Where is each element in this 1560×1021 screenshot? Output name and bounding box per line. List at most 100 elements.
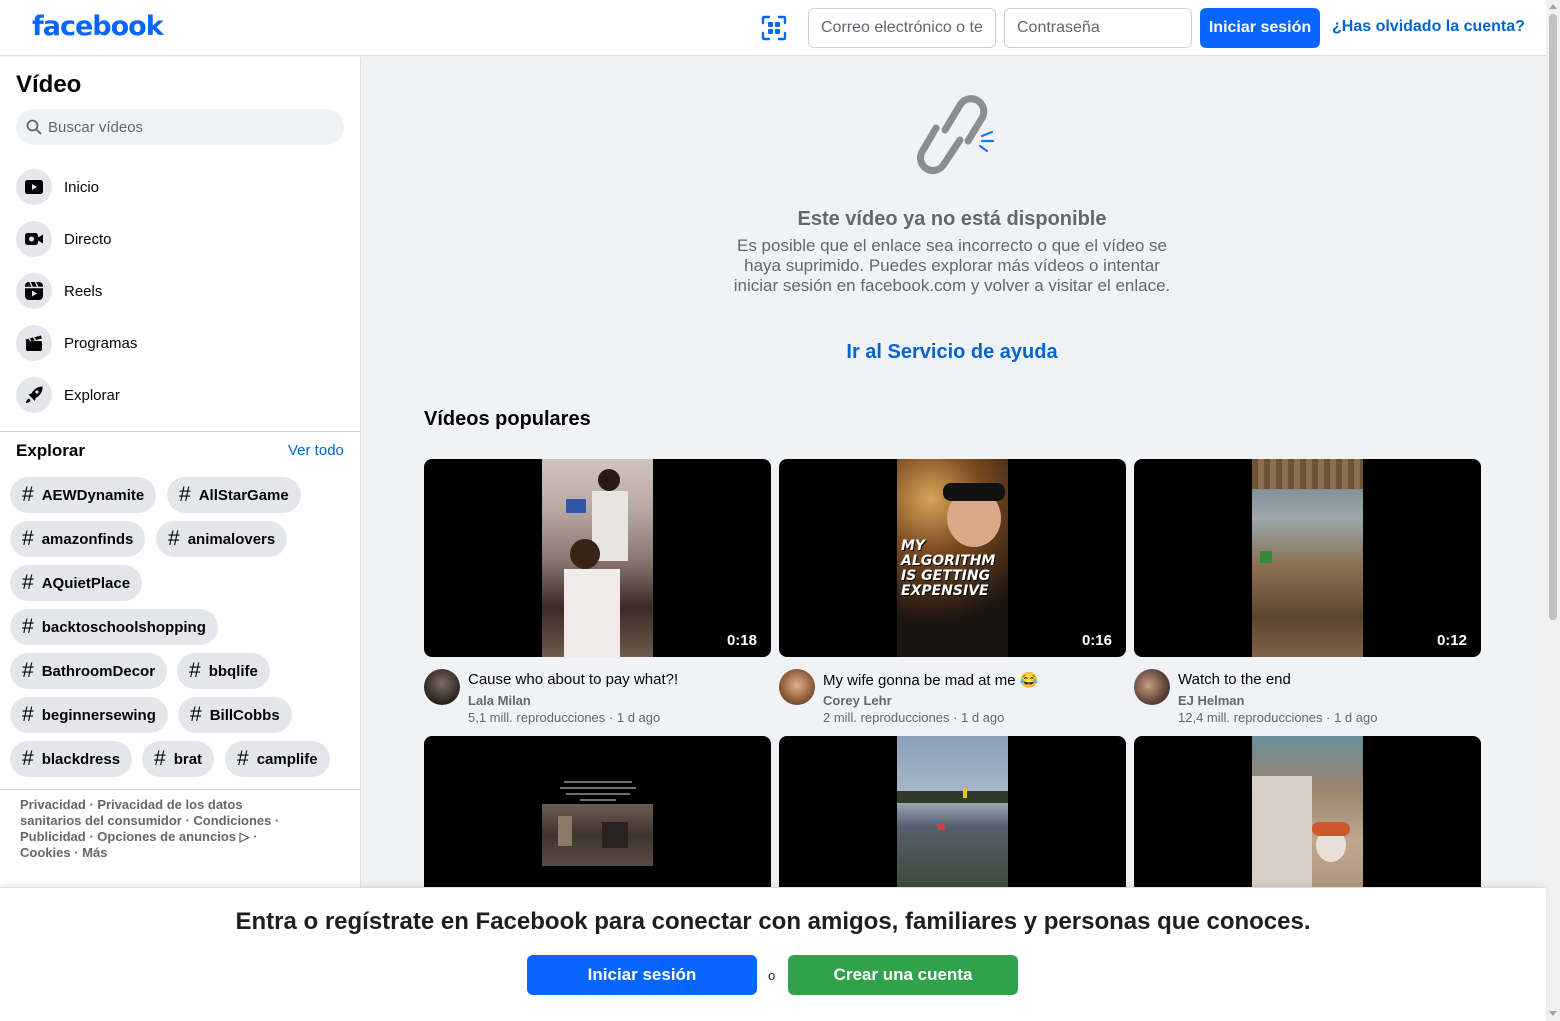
hashtag-chip[interactable]: # beginnersewing	[10, 697, 168, 733]
video-frame	[598, 469, 620, 491]
sidebar-item-directo[interactable]: Directo	[16, 217, 344, 261]
sidebar-item-explorar[interactable]: Explorar	[16, 373, 344, 417]
video-duration: 0:12	[1436, 632, 1467, 649]
hashtag-chip[interactable]: # BathroomDecor	[10, 653, 168, 689]
hashtag-chip[interactable]: # backtoschoolshopping	[10, 609, 218, 645]
footer-ad-choices-link[interactable]: Opciones de anuncios	[97, 829, 236, 844]
sidebar-item-inicio[interactable]: Inicio	[16, 165, 344, 209]
help-center-link[interactable]: Ir al Servicio de ayuda	[660, 341, 1244, 364]
footer-separator: ·	[85, 829, 98, 844]
hashtag-chip[interactable]: # AEWDynamite	[10, 477, 157, 513]
video-title[interactable]: My wife gonna be mad at me 😂	[823, 671, 1038, 689]
video-card-meta: My wife gonna be mad at me 😂 Corey Lehr …	[779, 669, 1126, 729]
hashtag-chip[interactable]: # animalovers	[156, 521, 288, 557]
video-stats: 2 mill. reproducciones · 1 d ago	[823, 710, 1005, 725]
hashtag-label: amazonfinds	[41, 530, 134, 548]
footer-terms-link[interactable]: Condiciones	[193, 813, 271, 828]
forgot-account-link[interactable]: ¿Has olvidado la cuenta?	[1332, 18, 1525, 36]
create-account-button[interactable]: Crear una cuenta	[788, 955, 1018, 995]
hashtag-icon: #	[22, 659, 34, 682]
video-author[interactable]: Lala Milan	[468, 693, 531, 708]
avatar[interactable]	[424, 669, 460, 705]
hashtag-chip[interactable]: # AllStarGame	[167, 477, 301, 513]
email-field[interactable]	[808, 8, 996, 48]
footer-ads-link[interactable]: Publicidad	[20, 829, 86, 844]
see-all-link[interactable]: Ver todo	[288, 442, 344, 459]
footer-cookies-link[interactable]: Cookies	[20, 845, 71, 860]
hashtag-icon: #	[22, 747, 34, 770]
video-frame	[1252, 776, 1312, 887]
page-scrollbar[interactable]	[1546, 0, 1560, 1021]
scroll-down-arrow[interactable]	[1549, 1011, 1557, 1016]
unavailable-title: Este vídeo ya no está disponible	[797, 208, 1107, 230]
banner-message: Entra o regístrate en Facebook para cone…	[235, 908, 1311, 935]
hashtag-chip[interactable]: # amazonfinds	[10, 521, 146, 557]
scrollbar-thumb[interactable]	[1549, 14, 1557, 620]
hashtag-chip[interactable]: # bbqlife	[177, 653, 270, 689]
video-thumbnail[interactable]: MY ALGORITHM IS GETTING EXPENSIVE 0:16	[779, 459, 1126, 657]
login-button[interactable]: Iniciar sesión	[1200, 8, 1320, 48]
avatar[interactable]	[1134, 669, 1170, 705]
video-card-meta: Cause who about to pay what?! Lala Milan…	[424, 669, 771, 729]
sidebar-title: Vídeo	[16, 71, 82, 98]
video-thumbnail[interactable]: 0:12	[1134, 459, 1481, 657]
video-age: 1 d ago	[616, 710, 661, 725]
video-title[interactable]: Cause who about to pay what?!	[468, 671, 678, 688]
hashtag-chip[interactable]: # BillCobbs	[178, 697, 292, 733]
video-frame	[1252, 459, 1363, 489]
video-age: 1 d ago	[1334, 710, 1378, 725]
video-search-box[interactable]	[16, 109, 344, 145]
hashtag-label: AEWDynamite	[41, 486, 145, 504]
sidebar-item-label: Inicio	[64, 178, 100, 196]
popular-videos-heading: Vídeos populares	[424, 408, 591, 430]
hashtag-icon: #	[22, 483, 34, 506]
explore-heading: Explorar	[16, 441, 85, 460]
video-thumbnail[interactable]	[1134, 736, 1481, 887]
video-author[interactable]: EJ Helman	[1178, 693, 1244, 708]
hashtag-icon: #	[190, 703, 202, 726]
video-frame	[570, 539, 600, 569]
footer-separator: ·	[271, 813, 280, 828]
video-author[interactable]: Corey Lehr	[823, 693, 892, 708]
hashtag-label: brat	[173, 750, 203, 768]
video-title[interactable]: Watch to the end	[1178, 671, 1291, 688]
reels-icon	[16, 273, 52, 309]
hashtag-label: AQuietPlace	[41, 574, 131, 592]
video-frame	[897, 791, 1008, 803]
video-thumbnail[interactable]	[424, 736, 771, 887]
unavailable-message: Es posible que el enlace sea incorrecto …	[733, 236, 1171, 295]
facebook-logo[interactable]: facebook	[32, 11, 164, 42]
footer-more-link[interactable]: Más	[82, 845, 107, 860]
video-search-input[interactable]	[48, 118, 328, 136]
rocket-icon	[16, 377, 52, 413]
hashtag-chip[interactable]: # camplife	[225, 741, 330, 777]
password-field[interactable]	[1004, 8, 1192, 48]
hashtag-chip[interactable]: # AQuietPlace	[10, 565, 143, 601]
hashtag-chip[interactable]: # brat	[142, 741, 215, 777]
hashtag-label: BillCobbs	[209, 706, 280, 724]
hashtag-chip[interactable]: # blackdress	[10, 741, 133, 777]
scroll-up-arrow[interactable]	[1549, 4, 1557, 9]
qr-scan-icon[interactable]	[760, 14, 788, 42]
hashtag-icon: #	[179, 483, 191, 506]
hashtag-icon: #	[154, 747, 166, 770]
broken-link-icon	[902, 88, 1002, 188]
hashtag-label: camplife	[256, 750, 318, 768]
ad-choices-icon: ▷	[239, 829, 250, 844]
sidebar-item-reels[interactable]: Reels	[16, 269, 344, 313]
footer-privacy-link[interactable]: Privacidad	[20, 797, 86, 812]
search-icon	[26, 119, 42, 135]
view-count: 12,4 mill. reproducciones	[1178, 710, 1323, 725]
video-sidebar: Vídeo Inicio Directo Reels Programas	[0, 57, 361, 887]
video-overlay-text: MY ALGORITHM IS GETTING EXPENSIVE	[901, 539, 1001, 599]
footer-links: Privacidad · Privacidad de los datos san…	[20, 797, 290, 861]
live-camera-icon	[16, 221, 52, 257]
video-thumbnail[interactable]	[779, 736, 1126, 887]
hashtag-icon: #	[168, 527, 180, 550]
hashtag-label: animalovers	[187, 530, 276, 548]
video-thumbnail[interactable]: 0:18	[424, 459, 771, 657]
sidebar-item-programas[interactable]: Programas	[16, 321, 344, 365]
avatar[interactable]	[779, 669, 815, 705]
banner-login-button[interactable]: Iniciar sesión	[527, 955, 757, 995]
banner-or-text: o	[768, 968, 776, 983]
